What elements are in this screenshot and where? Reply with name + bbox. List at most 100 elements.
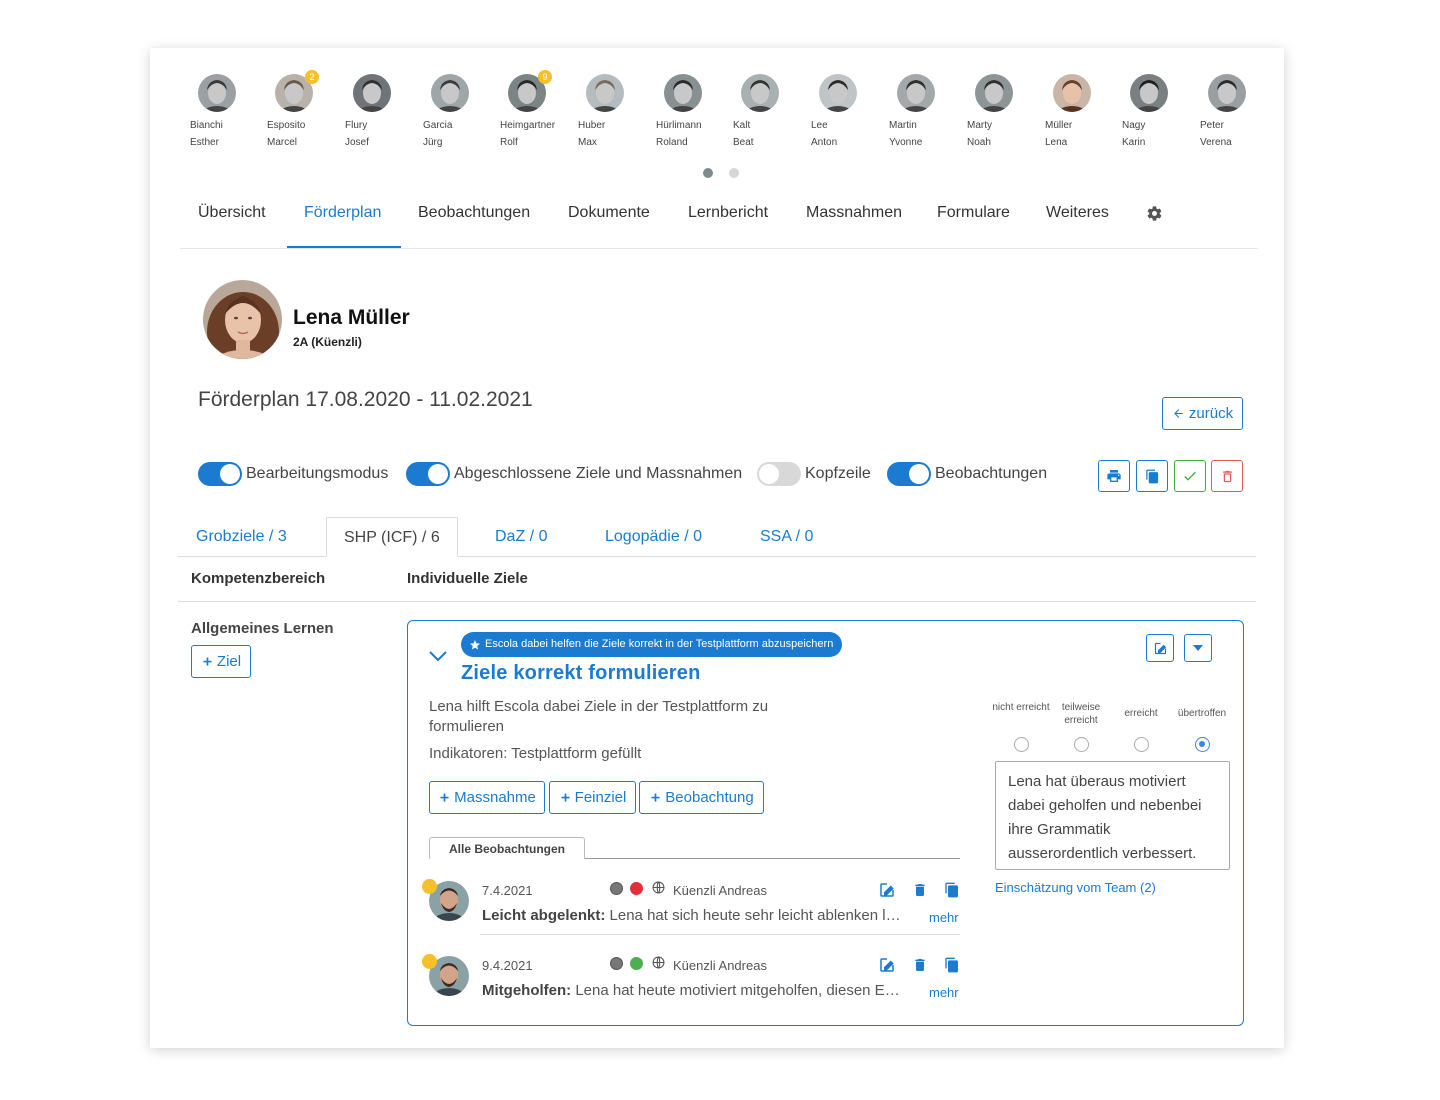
student-item[interactable]: Kalt Beat [733, 74, 813, 151]
nav-weiteres[interactable]: Weiteres [1046, 204, 1109, 222]
tab-alle-beobachtungen[interactable]: Alle Beobachtungen [429, 837, 585, 859]
carousel-dot-1[interactable] [703, 168, 713, 178]
add-feinziel-button[interactable]: Feinziel [549, 781, 636, 814]
copy-button[interactable] [1136, 460, 1168, 492]
chevron-down-icon[interactable] [428, 649, 448, 667]
nav-foerderplan[interactable]: Förderplan [304, 204, 381, 222]
edit-goal-button[interactable] [1146, 634, 1174, 662]
copy-icon[interactable] [944, 881, 962, 899]
arrow-left-icon [1174, 409, 1183, 418]
toggle-switch[interactable] [406, 462, 450, 486]
tab-shp-icf[interactable]: SHP (ICF) / 6 [326, 517, 458, 557]
edit-icon[interactable] [878, 881, 896, 899]
delete-button[interactable] [1211, 460, 1243, 492]
status-dot [630, 882, 643, 895]
subtabs: Grobziele / 3 SHP (ICF) / 6 DaZ / 0 Logo… [178, 517, 1256, 557]
rating-radio-uebertroffen[interactable] [1195, 737, 1210, 752]
globe-icon [652, 881, 665, 899]
copy-icon[interactable] [944, 956, 962, 974]
student-first-name: Josef [345, 137, 369, 148]
student-item[interactable]: Marty Noah [967, 74, 1047, 151]
header-divider [178, 601, 1256, 602]
toggle-abgeschlossene[interactable]: Abgeschlossene Ziele und Massnahmen [406, 462, 742, 486]
category-dot [610, 882, 623, 895]
toggle-switch[interactable] [198, 462, 242, 486]
carousel-dots [703, 165, 751, 183]
student-item[interactable]: Flury Josef [345, 74, 425, 151]
copy-icon [1145, 469, 1158, 483]
avatar [586, 74, 624, 112]
back-button[interactable]: zurück [1162, 397, 1243, 430]
observation-label: Leicht abgelenkt: [482, 907, 606, 924]
plus-icon [440, 793, 449, 802]
trash-icon[interactable] [912, 956, 930, 974]
print-button[interactable] [1098, 460, 1130, 492]
student-item[interactable]: Garcia Jürg [423, 74, 503, 151]
avatar [1208, 74, 1246, 112]
goal-title[interactable]: Ziele korrekt formulieren [461, 662, 701, 685]
student-item[interactable]: Martin Yvonne [889, 74, 969, 151]
student-item[interactable]: Peter Verena [1200, 74, 1280, 151]
student-first-name: Marcel [267, 137, 298, 148]
tab-ssa[interactable]: SSA / 0 [760, 517, 813, 557]
assessment-textarea[interactable]: Lena hat überaus motiviert dabei geholfe… [995, 761, 1230, 870]
add-beobachtung-label: Beobachtung [665, 789, 754, 806]
student-first-name: Max [578, 137, 597, 148]
gear-icon[interactable] [1146, 205, 1163, 227]
student-item[interactable]: Heimgartner Rolf 9 [500, 70, 580, 151]
nav-formulare[interactable]: Formulare [937, 204, 1010, 222]
observation-body: Lena hat sich heute sehr leicht ablenken… [609, 907, 902, 924]
nav-dokumente[interactable]: Dokumente [568, 204, 650, 222]
globe-icon [652, 956, 665, 974]
edit-icon[interactable] [878, 956, 896, 974]
nav-massnahmen[interactable]: Massnahmen [806, 204, 902, 222]
toggle-switch[interactable] [887, 462, 931, 486]
notification-badge: 9 [538, 70, 552, 84]
toggle-label: Abgeschlossene Ziele und Massnahmen [454, 465, 743, 482]
student-last-name: Müller [1045, 120, 1073, 131]
add-goal-button[interactable]: Ziel [191, 645, 251, 678]
student-class: 2A (Küenzli) [293, 335, 362, 349]
student-last-name: Martin [889, 120, 917, 131]
tab-daz[interactable]: DaZ / 0 [495, 517, 547, 557]
toggle-beobachtungen[interactable]: Beobachtungen [887, 462, 1047, 486]
team-assessment-link[interactable]: Einschätzung vom Team (2) [995, 880, 1156, 895]
category-dot [610, 957, 623, 970]
nav-beobachtungen[interactable]: Beobachtungen [418, 204, 530, 222]
more-link[interactable]: mehr [929, 910, 959, 925]
student-item[interactable]: Lee Anton [811, 74, 891, 151]
rating-label-erreicht: erreicht [1124, 708, 1158, 719]
goal-indicators: Indikatoren: Testplattform gefüllt [429, 745, 642, 762]
rating-radio-nicht-erreicht[interactable] [1014, 737, 1029, 752]
student-item[interactable]: Esposito Marcel 2 [267, 70, 347, 151]
goal-menu-button[interactable] [1184, 634, 1212, 662]
toggle-switch[interactable] [757, 462, 801, 486]
student-item[interactable]: Hürlimann Roland [656, 74, 736, 151]
trash-icon[interactable] [912, 881, 930, 899]
competence-area-label: Allgemeines Lernen [191, 620, 334, 637]
observation-date: 9.4.2021 [482, 958, 533, 973]
add-beobachtung-button[interactable]: Beobachtung [639, 781, 764, 814]
goal-reference-text: Escola dabei helfen die Ziele korrekt in… [485, 638, 834, 650]
tab-logopaedie[interactable]: Logopädie / 0 [605, 517, 702, 557]
complete-button[interactable] [1174, 460, 1206, 492]
main-nav: Übersicht Förderplan Beobachtungen Dokum… [180, 198, 1258, 249]
student-item[interactable]: Huber Max [578, 74, 658, 151]
carousel-dot-2[interactable] [729, 168, 740, 178]
student-item[interactable]: Müller Lena [1045, 74, 1125, 151]
tab-grobziele[interactable]: Grobziele / 3 [196, 517, 287, 557]
toggle-kopfzeile[interactable]: Kopfzeile [757, 462, 871, 486]
student-item[interactable]: Nagy Karin [1122, 74, 1202, 151]
add-massnahme-button[interactable]: Massnahme [429, 781, 545, 814]
observation-date: 7.4.2021 [482, 883, 533, 898]
student-item[interactable]: Bianchi Esther [190, 74, 270, 151]
more-link[interactable]: mehr [929, 985, 959, 1000]
status-dot [630, 957, 643, 970]
student-last-name: Lee [811, 120, 828, 131]
avatar [198, 74, 236, 112]
nav-lernbericht[interactable]: Lernbericht [688, 204, 768, 222]
nav-uebersicht[interactable]: Übersicht [198, 204, 266, 222]
rating-radio-teilweise-erreicht[interactable] [1074, 737, 1089, 752]
rating-radio-erreicht[interactable] [1134, 737, 1149, 752]
toggle-bearbeitungsmodus[interactable]: Bearbeitungsmodus [198, 462, 388, 486]
